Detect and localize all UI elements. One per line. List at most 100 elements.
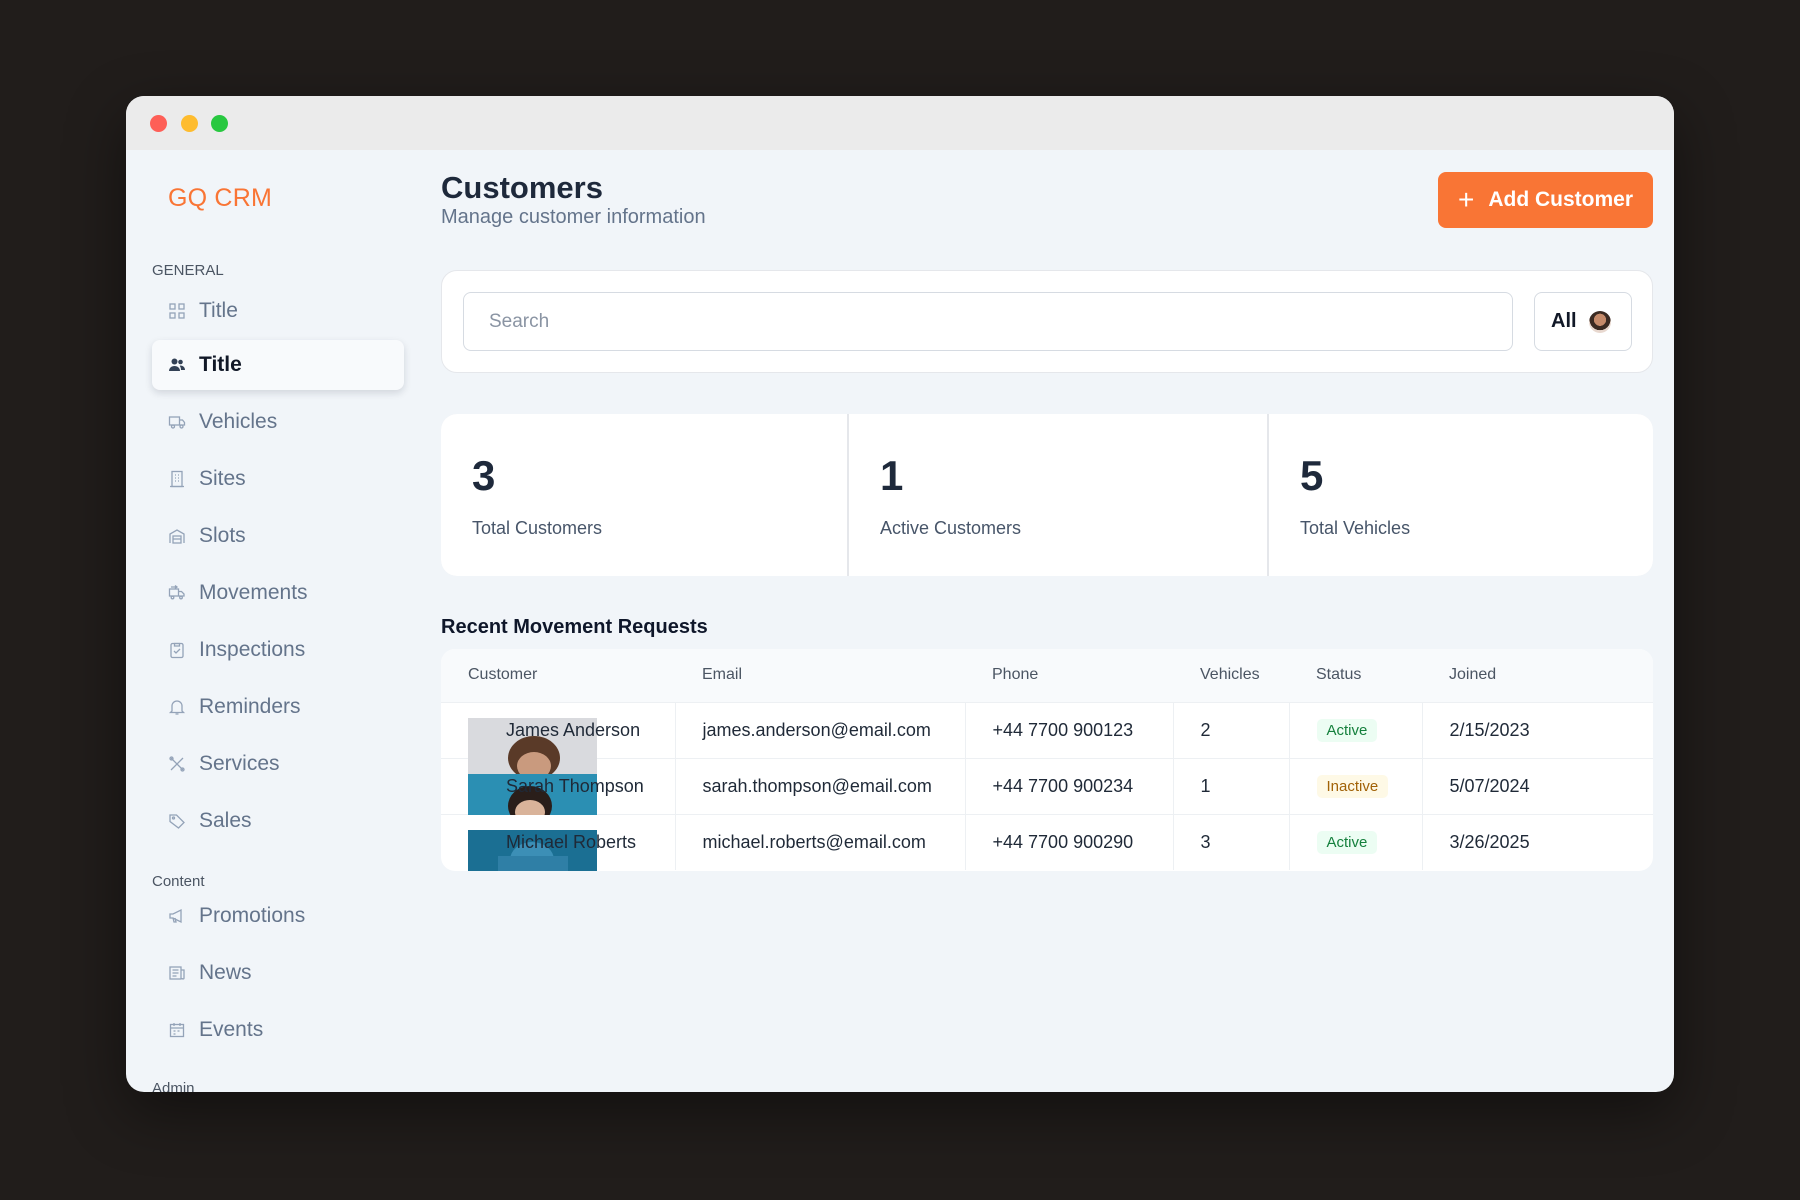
app-window: GQ CRM GENERAL Title Title Vehicles Site xyxy=(126,96,1674,1092)
phone-cell: +44 7700 900123 xyxy=(965,701,1174,758)
table-row[interactable]: Michael Roberts michael.roberts@email.co… xyxy=(441,813,1653,871)
stat-card-active-customers: 1 Active Customers xyxy=(849,414,1267,576)
sidebar-item-label: Movements xyxy=(199,581,308,604)
stat-value: 1 xyxy=(880,452,904,499)
email-cell: sarah.thompson@email.com xyxy=(675,757,966,814)
phone-cell: +44 7700 900290 xyxy=(965,813,1174,870)
status-badge: Active xyxy=(1316,830,1378,854)
customer-name: Sarah Thompson xyxy=(506,775,644,796)
add-customer-button[interactable]: + Add Customer xyxy=(1438,172,1653,228)
table-title: Recent Movement Requests xyxy=(441,616,708,638)
customer-cell: Michael Roberts xyxy=(441,813,676,871)
sidebar-item-label: Events xyxy=(199,1018,264,1041)
section-label-content: Content xyxy=(152,873,205,890)
stat-card-total-vehicles: 5 Total Vehicles xyxy=(1269,414,1653,576)
table-row[interactable]: Sarah Thompson sarah.thompson@email.com … xyxy=(441,757,1653,815)
joined-cell: 5/07/2024 xyxy=(1422,757,1653,814)
stats-row: 3 Total Customers 1 Active Customers 5 T… xyxy=(441,414,1653,576)
column-header-vehicles[interactable]: Vehicles xyxy=(1173,649,1289,702)
search-input[interactable] xyxy=(463,292,1513,351)
page-title: Customers xyxy=(441,170,603,205)
customers-table: Customer Email Phone Vehicles Status Joi… xyxy=(441,649,1653,871)
sidebar: GQ CRM GENERAL Title Title Vehicles Site xyxy=(126,150,416,1092)
email-cell: michael.roberts@email.com xyxy=(675,813,966,870)
joined-cell: 2/15/2023 xyxy=(1422,701,1653,758)
status-badge: Active xyxy=(1316,718,1378,742)
tools-icon xyxy=(168,755,186,773)
avatar-icon xyxy=(1588,310,1611,333)
filter-value: All xyxy=(1551,310,1577,332)
joined-cell: 3/26/2025 xyxy=(1422,813,1653,870)
column-header-customer[interactable]: Customer xyxy=(441,649,675,702)
brand-logo[interactable]: GQ CRM xyxy=(168,184,272,213)
sidebar-item-movements[interactable]: Movements xyxy=(152,568,404,618)
email-cell: james.anderson@email.com xyxy=(675,701,966,758)
stat-label: Total Customers xyxy=(472,518,603,538)
sidebar-item-dashboard[interactable]: Title xyxy=(152,286,404,336)
tag-icon xyxy=(168,812,186,830)
building-icon xyxy=(168,470,186,488)
sidebar-item-label: News xyxy=(199,961,252,984)
section-label-admin: Admin xyxy=(152,1080,195,1092)
vehicles-cell: 1 xyxy=(1173,757,1290,814)
sidebar-item-vehicles[interactable]: Vehicles xyxy=(152,397,404,447)
sidebar-item-label: Services xyxy=(199,752,280,775)
search-panel: All xyxy=(441,270,1653,373)
sidebar-item-reminders[interactable]: Reminders xyxy=(152,682,404,732)
customer-cell: James Anderson xyxy=(441,701,676,775)
status-cell: Active xyxy=(1289,701,1423,758)
sidebar-item-sites[interactable]: Sites xyxy=(152,454,404,504)
sidebar-item-label: Sales xyxy=(199,809,252,832)
sidebar-item-label: Vehicles xyxy=(199,410,278,433)
sidebar-item-events[interactable]: Events xyxy=(152,1005,404,1055)
status-cell: Inactive xyxy=(1289,757,1423,814)
maximize-window-button[interactable] xyxy=(211,115,228,132)
status-badge: Inactive xyxy=(1316,774,1389,798)
minimize-window-button[interactable] xyxy=(181,115,198,132)
vehicles-cell: 2 xyxy=(1173,701,1290,758)
sidebar-item-news[interactable]: News xyxy=(152,948,404,998)
users-icon xyxy=(168,356,186,374)
stat-card-total-customers: 3 Total Customers xyxy=(441,414,847,576)
sidebar-item-customers[interactable]: Title xyxy=(152,340,404,390)
sidebar-item-inspections[interactable]: Inspections xyxy=(152,625,404,675)
dashboard-grid-icon xyxy=(168,302,186,320)
table-header-row: Customer Email Phone Vehicles Status Joi… xyxy=(441,649,1653,702)
sidebar-item-label: Sites xyxy=(199,467,246,490)
plus-icon: + xyxy=(1457,184,1475,215)
sidebar-item-label: Reminders xyxy=(199,695,301,718)
sidebar-item-services[interactable]: Services xyxy=(152,739,404,789)
sidebar-item-label: Promotions xyxy=(199,904,306,927)
stat-value: 5 xyxy=(1300,452,1324,499)
stat-label: Total Vehicles xyxy=(1300,518,1411,538)
title-bar xyxy=(126,96,1674,150)
sidebar-item-label: Title xyxy=(199,353,242,376)
stat-value: 3 xyxy=(472,452,496,499)
sidebar-item-promotions[interactable]: Promotions xyxy=(152,891,404,941)
sidebar-item-label: Inspections xyxy=(199,638,306,661)
bell-icon xyxy=(168,698,186,716)
customer-name: Michael Roberts xyxy=(506,831,637,852)
column-header-status[interactable]: Status xyxy=(1289,649,1422,702)
page-subtitle: Manage customer information xyxy=(441,206,706,228)
calendar-icon xyxy=(168,1021,186,1039)
status-filter-select[interactable]: All xyxy=(1534,292,1632,351)
sidebar-item-slots[interactable]: Slots xyxy=(152,511,404,561)
customer-cell: Sarah Thompson xyxy=(441,757,676,815)
table-row[interactable]: James Anderson james.anderson@email.com … xyxy=(441,701,1653,775)
megaphone-icon xyxy=(168,907,186,925)
stat-label: Active Customers xyxy=(880,518,1022,538)
newspaper-icon xyxy=(168,964,186,982)
transfer-truck-icon xyxy=(168,584,186,602)
column-header-phone[interactable]: Phone xyxy=(965,649,1173,702)
customer-name: James Anderson xyxy=(506,719,641,740)
close-window-button[interactable] xyxy=(150,115,167,132)
sidebar-item-sales[interactable]: Sales xyxy=(152,796,404,846)
column-header-joined[interactable]: Joined xyxy=(1422,649,1653,702)
sidebar-item-label: Slots xyxy=(199,524,246,547)
section-label-general: GENERAL xyxy=(152,262,224,279)
vehicles-cell: 3 xyxy=(1173,813,1290,870)
column-header-email[interactable]: Email xyxy=(675,649,965,702)
sidebar-item-label: Title xyxy=(199,299,238,322)
garage-icon xyxy=(168,527,186,545)
